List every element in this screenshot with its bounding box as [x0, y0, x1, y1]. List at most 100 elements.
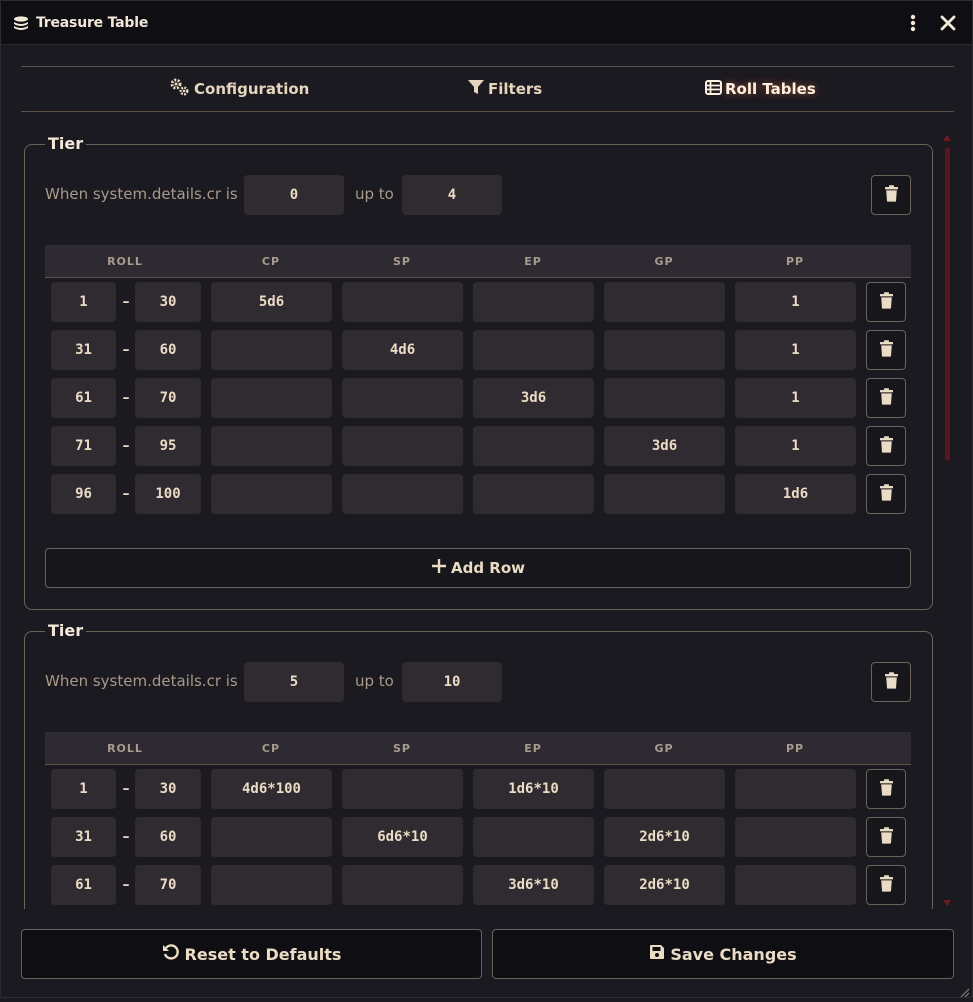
- pp-input[interactable]: 1: [735, 330, 856, 370]
- reset-to-defaults-button[interactable]: Reset to Defaults: [21, 929, 482, 979]
- save-icon: [649, 944, 670, 964]
- delete-row-button[interactable]: [866, 282, 906, 322]
- roll-max-input[interactable]: 60: [135, 330, 201, 370]
- pp-input[interactable]: 1d6: [735, 474, 856, 514]
- column-header-roll: ROLL: [107, 741, 143, 755]
- range-dash: –: [122, 486, 130, 502]
- roll-min-input[interactable]: 71: [51, 426, 116, 466]
- ep-input[interactable]: [473, 282, 594, 322]
- save-changes-button[interactable]: Save Changes: [492, 929, 954, 979]
- gp-input[interactable]: 2d6*10: [604, 817, 725, 857]
- pp-input[interactable]: [735, 769, 856, 809]
- pp-input[interactable]: 1: [735, 378, 856, 418]
- ep-input[interactable]: [473, 330, 594, 370]
- scrollbar-thumb[interactable]: [945, 147, 950, 461]
- gp-input[interactable]: [604, 282, 725, 322]
- roll-min-input[interactable]: 61: [51, 378, 116, 418]
- cp-input[interactable]: [211, 474, 332, 514]
- cr-to-input[interactable]: 10: [402, 662, 502, 702]
- range-dash: –: [122, 877, 130, 893]
- sp-input[interactable]: [342, 474, 463, 514]
- gp-input[interactable]: 2d6*10: [604, 865, 725, 905]
- delete-tier-button[interactable]: [871, 175, 911, 215]
- reset-label: Reset to Defaults: [184, 944, 342, 964]
- cp-input[interactable]: [211, 378, 332, 418]
- sp-input[interactable]: [342, 769, 463, 809]
- scroll-down-arrow[interactable]: [943, 900, 951, 906]
- column-header-roll: ROLL: [107, 254, 143, 268]
- roll-min-input[interactable]: 1: [51, 769, 116, 809]
- vertical-ellipsis-icon[interactable]: [903, 12, 923, 34]
- cp-input[interactable]: [211, 865, 332, 905]
- sp-input[interactable]: 4d6: [342, 330, 463, 370]
- add-row-button[interactable]: Add Row: [45, 548, 911, 588]
- gp-input[interactable]: 3d6: [604, 426, 725, 466]
- tier-legend: Tier: [45, 621, 87, 641]
- pp-input[interactable]: 1: [735, 282, 856, 322]
- roll-max-input[interactable]: 60: [135, 817, 201, 857]
- scroll-up-arrow[interactable]: [943, 135, 951, 141]
- trash-icon: [879, 826, 894, 848]
- cp-input[interactable]: [211, 817, 332, 857]
- delete-row-button[interactable]: [866, 865, 906, 905]
- delete-row-button[interactable]: [866, 817, 906, 857]
- roll-min-input[interactable]: 61: [51, 865, 116, 905]
- tab-filters[interactable]: Filters: [467, 67, 542, 111]
- up-to-label: up to: [355, 672, 394, 690]
- cp-input[interactable]: 4d6*100: [211, 769, 332, 809]
- roll-min-input[interactable]: 31: [51, 330, 116, 370]
- close-icon[interactable]: [936, 12, 960, 34]
- roll-tables-panel[interactable]: Tier When system.details.cr is 0 up to 4 ROLL…: [21, 129, 954, 909]
- cr-from-input[interactable]: 0: [244, 175, 344, 215]
- tab-roll-tables[interactable]: Roll Tables: [705, 67, 816, 111]
- sp-input[interactable]: [342, 378, 463, 418]
- pp-input[interactable]: 1: [735, 426, 856, 466]
- roll-max-input[interactable]: 30: [135, 769, 201, 809]
- roll-max-input[interactable]: 100: [135, 474, 201, 514]
- trash-icon: [884, 671, 899, 693]
- roll-min-input[interactable]: 31: [51, 817, 116, 857]
- gp-input[interactable]: [604, 378, 725, 418]
- trash-icon: [884, 184, 899, 206]
- gp-input[interactable]: [604, 330, 725, 370]
- roll-max-input[interactable]: 70: [135, 865, 201, 905]
- delete-row-button[interactable]: [866, 378, 906, 418]
- ep-input[interactable]: [473, 817, 594, 857]
- trash-icon: [879, 778, 894, 800]
- gp-input[interactable]: [604, 769, 725, 809]
- sp-input[interactable]: 6d6*10: [342, 817, 463, 857]
- cr-to-input[interactable]: 4: [402, 175, 502, 215]
- sp-input[interactable]: [342, 426, 463, 466]
- delete-tier-button[interactable]: [871, 662, 911, 702]
- sp-input[interactable]: [342, 865, 463, 905]
- cp-input[interactable]: 5d6: [211, 282, 332, 322]
- sp-input[interactable]: [342, 282, 463, 322]
- roll-max-input[interactable]: 30: [135, 282, 201, 322]
- cr-from-input[interactable]: 5: [244, 662, 344, 702]
- roll-min-input[interactable]: 1: [51, 282, 116, 322]
- tab-configuration[interactable]: Configuration: [169, 67, 309, 111]
- delete-row-button[interactable]: [866, 426, 906, 466]
- ep-input[interactable]: 3d6*10: [473, 865, 594, 905]
- column-header-ep: EP: [524, 254, 542, 268]
- up-to-label: up to: [355, 185, 394, 203]
- delete-row-button[interactable]: [866, 769, 906, 809]
- cp-input[interactable]: [211, 330, 332, 370]
- titlebar[interactable]: Treasure Table: [1, 1, 972, 45]
- ep-input[interactable]: [473, 426, 594, 466]
- gp-input[interactable]: [604, 474, 725, 514]
- delete-row-button[interactable]: [866, 474, 906, 514]
- roll-max-input[interactable]: 70: [135, 378, 201, 418]
- filter-icon: [467, 79, 488, 99]
- coins-icon: [12, 14, 30, 32]
- ep-input[interactable]: 1d6*10: [473, 769, 594, 809]
- cp-input[interactable]: [211, 426, 332, 466]
- roll-max-input[interactable]: 95: [135, 426, 201, 466]
- roll-min-input[interactable]: 96: [51, 474, 116, 514]
- resize-handle[interactable]: [958, 983, 970, 998]
- pp-input[interactable]: [735, 817, 856, 857]
- pp-input[interactable]: [735, 865, 856, 905]
- ep-input[interactable]: 3d6: [473, 378, 594, 418]
- delete-row-button[interactable]: [866, 330, 906, 370]
- ep-input[interactable]: [473, 474, 594, 514]
